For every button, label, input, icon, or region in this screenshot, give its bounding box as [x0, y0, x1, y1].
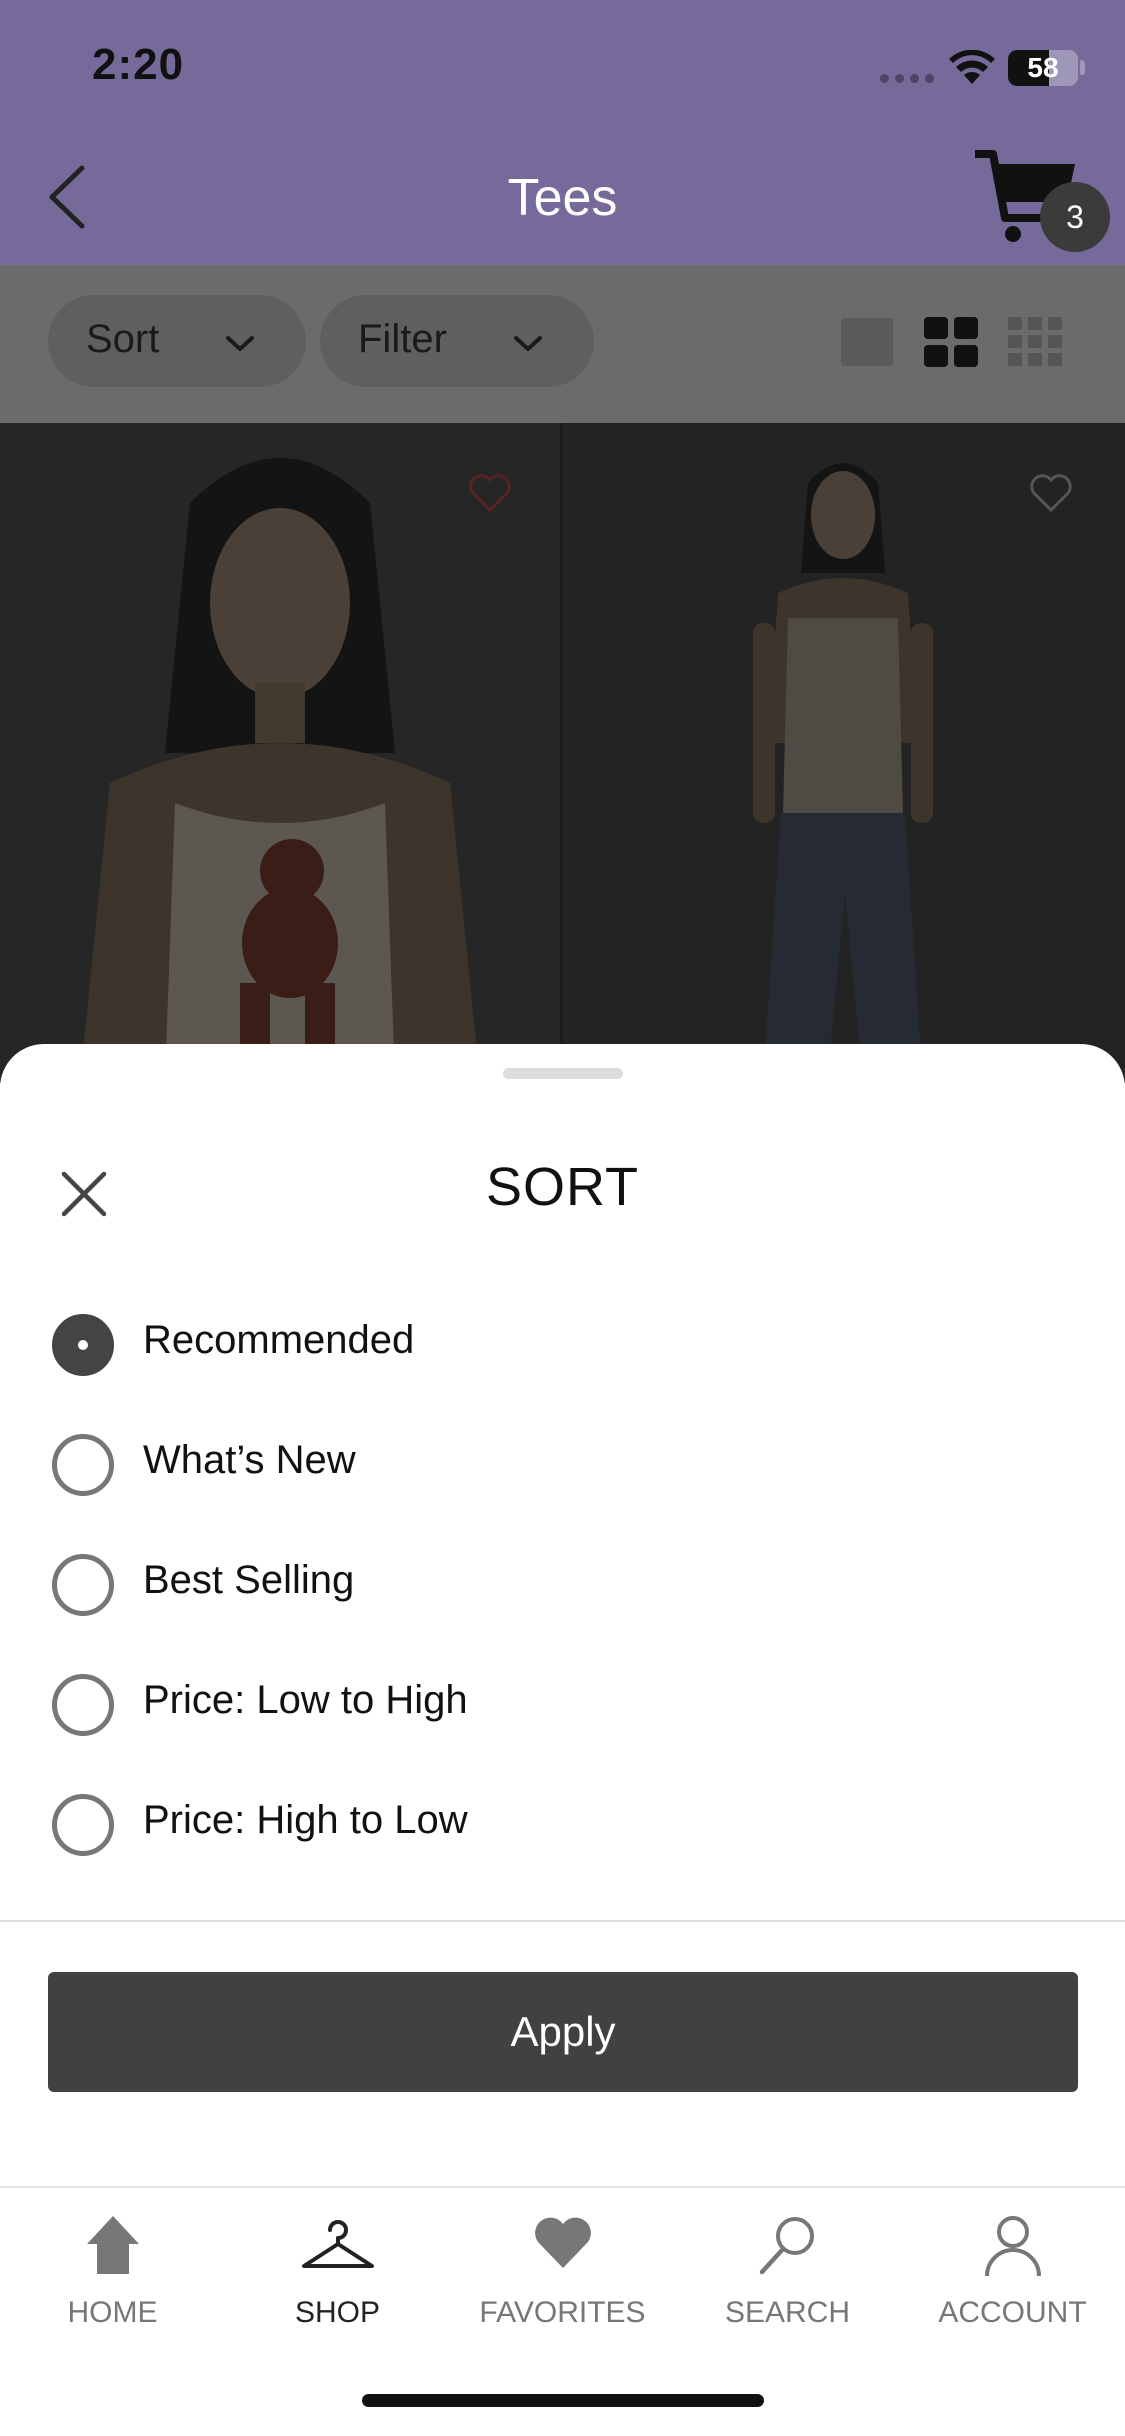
- sort-option-label: Best Selling: [143, 1558, 355, 1602]
- heart-icon[interactable]: [468, 473, 512, 513]
- sort-option-label: Recommended: [143, 1318, 415, 1362]
- chevron-down-icon: [226, 336, 254, 351]
- divider: [0, 1920, 1125, 1922]
- product-card[interactable]: [0, 423, 560, 1083]
- status-time: 2:20: [92, 40, 185, 89]
- sort-button-label: Sort: [86, 317, 160, 361]
- sheet-drag-handle[interactable]: [503, 1068, 623, 1079]
- sort-option-label: What’s New: [143, 1438, 356, 1482]
- single-view-icon[interactable]: [840, 317, 894, 367]
- product-card[interactable]: [563, 423, 1125, 1083]
- battery-level: 58: [1027, 52, 1059, 83]
- sort-button[interactable]: Sort: [48, 295, 306, 387]
- sort-option-recommended[interactable]: Recommended: [0, 1284, 1125, 1404]
- sort-option-price-high-low[interactable]: Price: High to Low: [0, 1764, 1125, 1884]
- tab-label: ACCOUNT: [938, 2296, 1087, 2329]
- tab-label: SHOP: [294, 2296, 381, 2329]
- tab-shop[interactable]: SHOP: [225, 2188, 450, 2348]
- heart-icon: [534, 2217, 591, 2268]
- radio-icon[interactable]: [52, 1794, 114, 1856]
- sort-sheet: SORT Recommended What’s New Best Selling…: [0, 1044, 1125, 2189]
- radio-selected-icon[interactable]: [52, 1314, 114, 1376]
- product-image: [753, 463, 933, 1083]
- sort-option-whats-new[interactable]: What’s New: [0, 1404, 1125, 1524]
- tab-label: SEARCH: [724, 2296, 851, 2329]
- tab-label: HOME: [67, 2296, 158, 2329]
- search-icon: [759, 2217, 814, 2275]
- radio-icon[interactable]: [52, 1674, 114, 1736]
- sort-option-price-low-high[interactable]: Price: Low to High: [0, 1644, 1125, 1764]
- sheet-title: SORT: [485, 1157, 640, 1217]
- tab-account[interactable]: ACCOUNT: [900, 2188, 1125, 2348]
- cart-count-badge: 3: [1040, 182, 1110, 252]
- product-image: [80, 458, 480, 1083]
- person-icon: [984, 2216, 1041, 2277]
- product-grid: [0, 423, 1125, 1083]
- battery-icon: 58: [1008, 50, 1078, 86]
- filter-button-label: Filter: [358, 317, 447, 361]
- tab-favorites[interactable]: FAVORITES: [450, 2188, 675, 2348]
- tab-label: FAVORITES: [479, 2296, 646, 2329]
- dense-grid-icon[interactable]: [1008, 317, 1062, 367]
- sort-filter-toolbar: Sort Filter: [0, 265, 1125, 423]
- filter-button[interactable]: Filter: [320, 295, 594, 387]
- hanger-icon: [301, 2220, 374, 2268]
- cart-button[interactable]: 3: [975, 146, 1115, 256]
- tab-search[interactable]: SEARCH: [675, 2188, 900, 2348]
- nav-bar: Tees 3: [0, 130, 1125, 265]
- sort-option-best-selling[interactable]: Best Selling: [0, 1524, 1125, 1644]
- sort-option-label: Price: High to Low: [143, 1798, 468, 1842]
- apply-button[interactable]: Apply: [48, 1972, 1078, 2092]
- home-indicator: [362, 2394, 764, 2407]
- radio-icon[interactable]: [52, 1434, 114, 1496]
- heart-icon[interactable]: [1029, 473, 1073, 513]
- status-bar: 2:20 58: [0, 0, 1125, 130]
- signal-icon: [880, 74, 934, 83]
- tab-home[interactable]: HOME: [0, 2188, 225, 2348]
- wifi-icon: [949, 50, 995, 84]
- chevron-down-icon: [514, 336, 542, 351]
- grid-view-icon[interactable]: [924, 317, 978, 367]
- home-icon: [86, 2216, 139, 2274]
- sort-option-label: Price: Low to High: [143, 1678, 468, 1722]
- radio-icon[interactable]: [52, 1554, 114, 1616]
- page-title: Tees: [507, 169, 618, 227]
